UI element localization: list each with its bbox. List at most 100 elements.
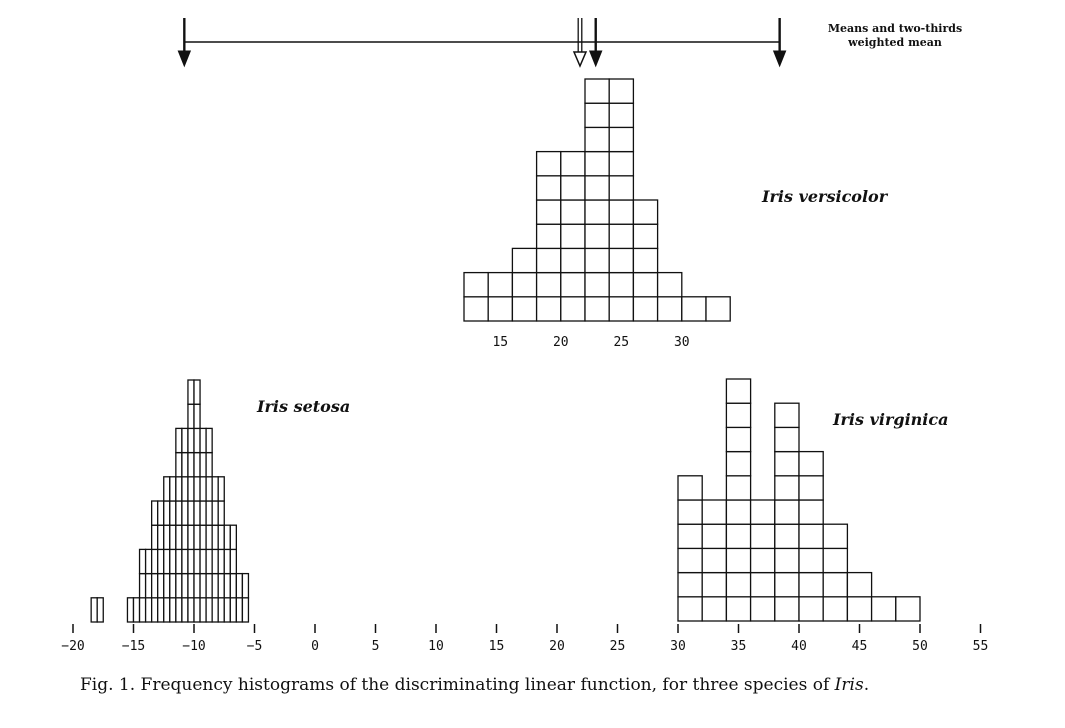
setosa-box <box>205 524 213 551</box>
setosa-box <box>169 500 177 526</box>
versicolor-label: Iris versicolor <box>762 187 888 206</box>
versicolor-box <box>560 223 586 250</box>
virginica-box <box>895 596 921 622</box>
setosa-box <box>229 572 238 599</box>
versicolor-box <box>584 175 610 201</box>
setosa-box <box>157 500 165 526</box>
setosa-box <box>193 524 201 551</box>
setosa-box <box>187 476 195 502</box>
virginica-bar-9 <box>895 596 921 622</box>
setosa-bar-8 <box>211 476 225 623</box>
setosa-box <box>157 597 165 623</box>
setosa-bar-10 <box>235 572 250 623</box>
versicolor-bar-9 <box>681 296 707 322</box>
setosa-box <box>138 597 147 623</box>
setosa-box <box>181 451 189 478</box>
setosa-box <box>150 572 159 599</box>
setosa-box <box>193 451 201 478</box>
virginica-box <box>822 547 849 574</box>
means-annotation: Means and two-thirds weighted mean <box>800 22 990 50</box>
arrow-head <box>177 50 192 68</box>
main-tick-label: 30 <box>670 639 686 654</box>
versicolor-box <box>608 150 635 177</box>
virginica-box <box>798 475 824 501</box>
main-tick-label: 0 <box>311 639 319 654</box>
iris-histogram-figure: 15 20 25 30 −20 −15 −10 −5 0 5 10 15 20 25 30 35 40 45 50… <box>61 18 988 654</box>
setosa-box <box>211 597 219 623</box>
virginica-box <box>677 499 703 525</box>
virginica-box <box>798 571 824 598</box>
virginica-bar-4 <box>774 402 800 622</box>
setosa-box <box>132 597 141 623</box>
setosa-box <box>144 572 153 599</box>
virginica-box <box>677 596 703 622</box>
setosa-box <box>217 572 225 599</box>
setosa-box <box>199 572 207 599</box>
versicolor-box <box>608 247 635 274</box>
setosa-box <box>169 476 177 502</box>
virginica-bar-5 <box>798 450 824 622</box>
virginica-bar-2 <box>725 378 752 622</box>
setosa-box <box>163 597 171 623</box>
setosa-box <box>199 451 207 478</box>
setosa-bar-0 <box>90 597 104 623</box>
virginica-bar-7 <box>846 571 873 622</box>
setosa-box <box>193 500 201 526</box>
versicolor-box <box>608 102 635 129</box>
versicolor-box <box>535 223 562 250</box>
virginica-bar-8 <box>870 596 897 622</box>
setosa-box <box>211 548 219 575</box>
setosa-box <box>241 597 250 623</box>
setosa-box <box>199 427 207 454</box>
setosa-box <box>193 597 201 623</box>
main-tick-label: 50 <box>912 639 928 654</box>
versicolor-box <box>608 126 635 153</box>
main-tick-label: 10 <box>428 639 444 654</box>
setosa-box <box>205 572 213 599</box>
arrow-head <box>572 51 588 68</box>
virginica-box <box>774 596 800 622</box>
virginica-box <box>798 596 824 622</box>
main-x-axis: −20 −15 −10 −5 0 5 10 15 20 25 30 35 40 45 50 55 <box>61 624 988 654</box>
setosa-box <box>144 597 153 623</box>
setosa-box <box>187 524 195 551</box>
virginica-bar-6 <box>822 523 849 622</box>
versicolor-bar-5 <box>584 78 610 322</box>
setosa-box <box>187 451 195 478</box>
setosa-box <box>181 427 189 454</box>
setosa-box <box>211 500 219 526</box>
versicolor-bar-1 <box>487 271 514 322</box>
versicolor-bar-4 <box>560 150 586 322</box>
setosa-box <box>193 379 201 405</box>
setosa-bar-3 <box>150 500 165 623</box>
setosa-box <box>217 476 225 502</box>
versicolor-box <box>535 150 562 177</box>
setosa-box <box>169 548 177 575</box>
versicolor-tick-label: 15 <box>492 335 508 350</box>
setosa-bar-1 <box>126 597 141 623</box>
versicolor-bar-8 <box>656 271 683 322</box>
setosa-box <box>169 597 177 623</box>
versicolor-box <box>584 199 610 225</box>
virginica-box <box>725 596 752 622</box>
virginica-box <box>798 450 824 477</box>
setosa-box <box>150 548 159 575</box>
virginica-box <box>749 499 776 525</box>
setosa-box <box>157 572 165 599</box>
virginica-box <box>677 475 703 501</box>
setosa-bar-2 <box>138 548 153 623</box>
virginica-box <box>798 547 824 574</box>
main-tick-label: −15 <box>122 639 145 654</box>
setosa-box <box>150 597 159 623</box>
virginica-box <box>677 523 703 550</box>
virginica-bar-1 <box>701 499 728 622</box>
versicolor-box <box>632 223 659 250</box>
virginica-bar-0 <box>677 475 703 622</box>
setosa-box <box>181 500 189 526</box>
versicolor-axis: 15 20 25 30 <box>492 335 689 350</box>
versicolor-bar-7 <box>632 199 659 322</box>
setosa-box <box>163 476 171 502</box>
versicolor-box <box>584 247 610 274</box>
versicolor-box <box>608 199 635 225</box>
virginica-box <box>725 475 752 501</box>
